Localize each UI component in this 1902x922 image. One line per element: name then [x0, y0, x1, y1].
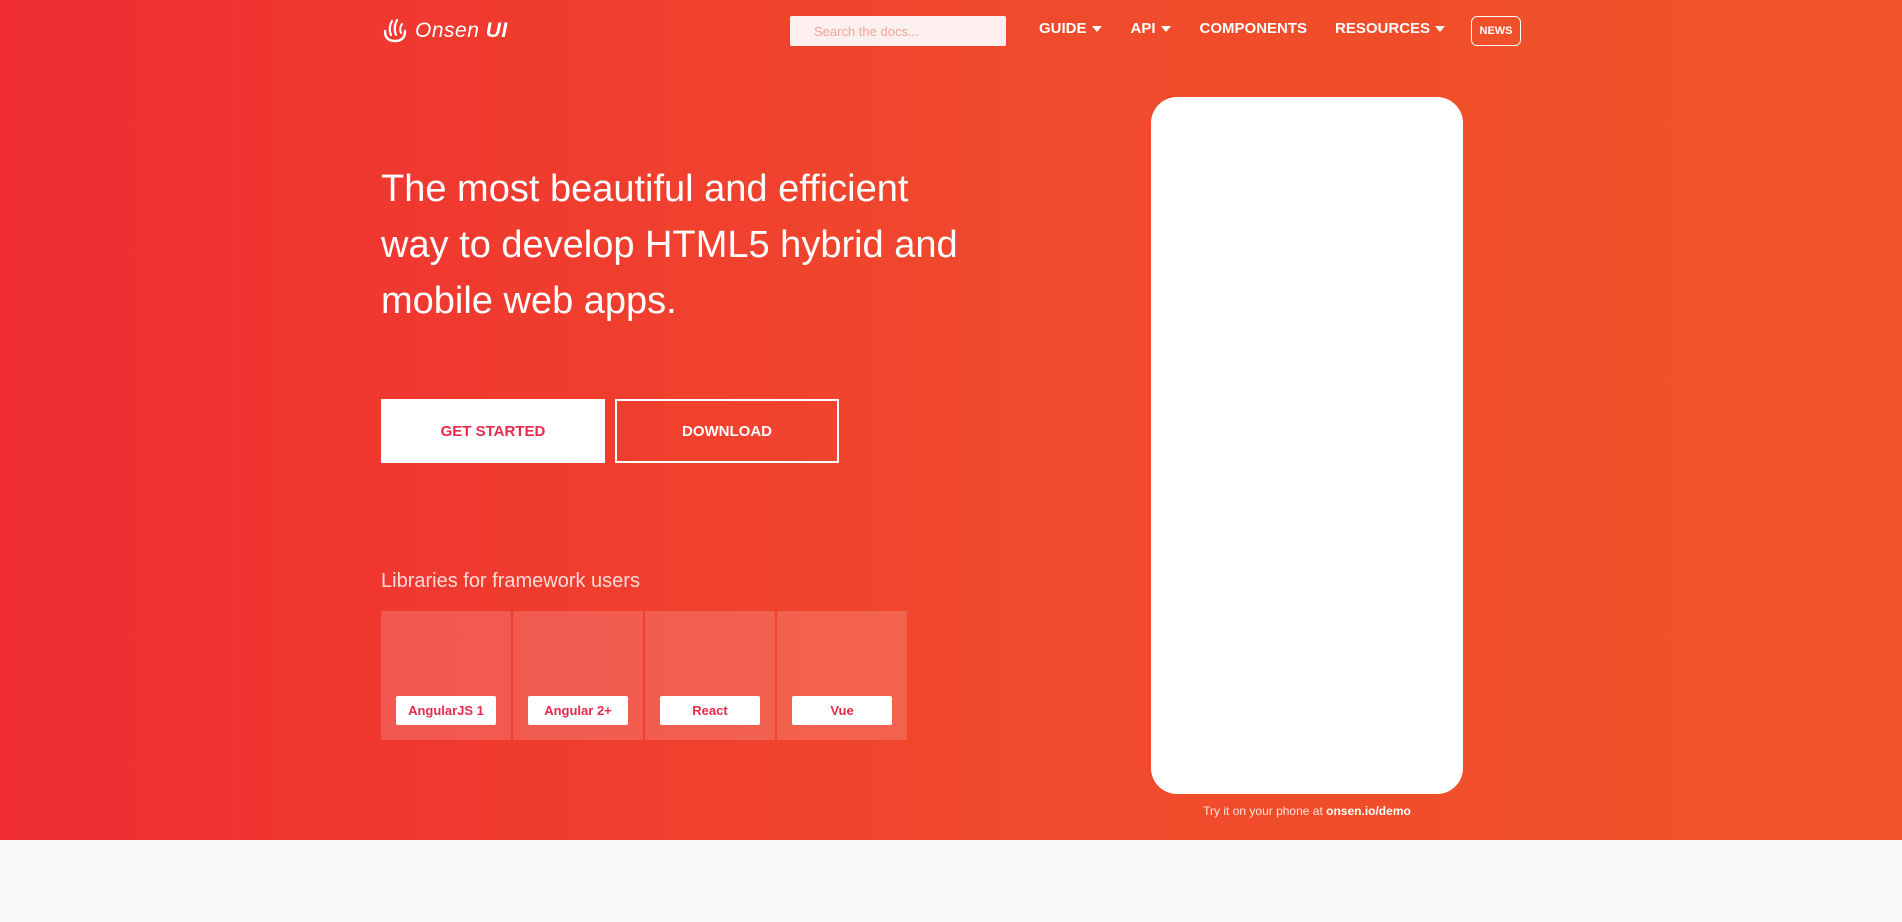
logo-wordmark: Onsen UI [415, 19, 508, 43]
react-icon [692, 637, 728, 673]
onsen-ui-logo[interactable]: Onsen UI [381, 17, 508, 45]
library-card-angularjs[interactable]: AngularJS 1 [381, 611, 511, 740]
library-label-angularjs[interactable]: AngularJS 1 [396, 696, 496, 725]
nav-components[interactable]: COMPONENTS [1200, 20, 1308, 37]
nav-api[interactable]: API [1131, 20, 1171, 37]
demo-caption: Try it on your phone at onsen.io/demo [1151, 804, 1463, 818]
library-label-vue[interactable]: Vue [792, 696, 892, 725]
nav-resources-label: RESOURCES [1335, 20, 1431, 37]
nav-guide-label: GUIDE [1039, 20, 1087, 37]
caret-down-icon [1160, 25, 1171, 32]
angular-icon [560, 637, 596, 673]
libraries-title: Libraries for framework users [381, 570, 640, 592]
library-card-angular[interactable]: Angular 2+ [513, 611, 643, 740]
hero-section: Onsen UI GUIDE API COMPONENTS RESOURCES … [0, 0, 1902, 840]
caret-down-icon [1091, 25, 1102, 32]
nav-guide[interactable]: GUIDE [1039, 20, 1102, 37]
library-label-angular[interactable]: Angular 2+ [528, 696, 628, 725]
below-fold-section [0, 840, 1902, 922]
news-button[interactable]: NEWS [1471, 16, 1521, 46]
get-started-button[interactable]: GET STARTED [381, 399, 605, 463]
libraries-list: AngularJS 1 Angular 2+ React Vue [381, 611, 907, 740]
vue-icon [824, 637, 860, 673]
logo-text: Onsen [415, 19, 480, 42]
search-input[interactable] [790, 16, 1006, 46]
demo-caption-text: Try it on your phone at [1203, 804, 1323, 818]
hero-headline: The most beautiful and efficient way to … [381, 168, 958, 322]
demo-link[interactable]: onsen.io/demo [1326, 804, 1411, 818]
nav-api-label: API [1130, 20, 1156, 37]
caret-down-icon [1435, 25, 1446, 32]
library-card-react[interactable]: React [645, 611, 775, 740]
logo-text-bold: UI [485, 19, 508, 42]
nav-resources[interactable]: RESOURCES [1335, 20, 1446, 37]
nav-components-label: COMPONENTS [1199, 20, 1308, 37]
library-label-react[interactable]: React [660, 696, 760, 725]
angularjs-icon [428, 637, 464, 673]
main-nav: GUIDE API COMPONENTS RESOURCES [1039, 20, 1446, 37]
download-button[interactable]: DOWNLOAD [615, 399, 839, 463]
onsen-flame-icon [383, 18, 407, 43]
library-card-vue[interactable]: Vue [777, 611, 907, 740]
phone-demo-frame[interactable] [1151, 97, 1463, 794]
